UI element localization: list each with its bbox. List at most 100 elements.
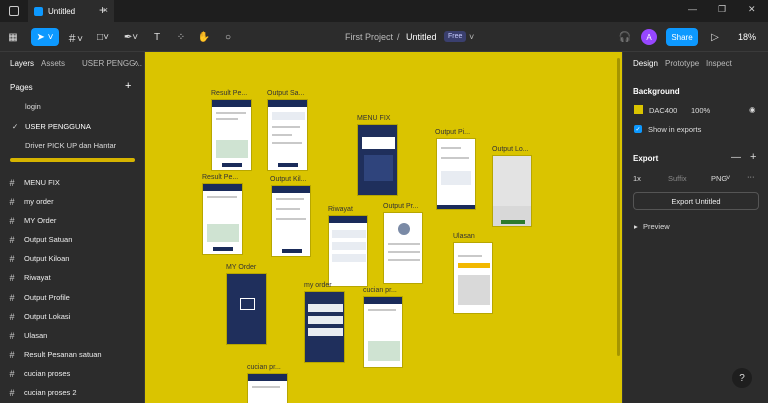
resources-icon[interactable]: ⁘: [174, 28, 188, 46]
frame-button: [213, 247, 233, 251]
help-button[interactable]: ?: [732, 368, 752, 388]
minimize-icon[interactable]: —: [688, 4, 697, 14]
frame-my-order[interactable]: [226, 273, 267, 345]
preview-toggle[interactable]: Preview: [643, 222, 670, 231]
background-opacity[interactable]: 100%: [691, 106, 710, 115]
layer-item[interactable]: # Ulasan: [0, 326, 145, 345]
content-block: [272, 112, 305, 120]
frame-label[interactable]: Output Sa...: [267, 90, 304, 97]
layer-item[interactable]: # Output Kiloan: [0, 249, 145, 268]
pen-tool-icon[interactable]: ✒˅: [120, 28, 142, 46]
more-options-icon[interactable]: ···: [747, 172, 755, 181]
main-menu-icon[interactable]: ▦: [5, 28, 21, 46]
frame-label[interactable]: my order: [304, 282, 332, 289]
file-name[interactable]: Untitled: [406, 32, 437, 42]
tab-layers[interactable]: Layers: [10, 59, 34, 68]
frame-ulasan[interactable]: [453, 242, 493, 314]
add-export-icon[interactable]: +: [750, 151, 756, 163]
comment-icon[interactable]: ○: [221, 28, 235, 46]
frame-output-profile[interactable]: [383, 212, 423, 284]
tab-prototype[interactable]: Prototype: [665, 59, 699, 68]
maximize-icon[interactable]: ❐: [718, 4, 726, 15]
frame-label[interactable]: cucian pr...: [363, 287, 397, 294]
file-menu-chevron-icon[interactable]: ˅: [469, 32, 474, 42]
tab-inspect[interactable]: Inspect: [706, 59, 732, 68]
home-icon[interactable]: [9, 6, 19, 16]
preview-chevron-icon[interactable]: ▸: [634, 222, 638, 231]
zoom-level[interactable]: 18%: [738, 32, 756, 42]
export-scale[interactable]: 1x: [633, 174, 641, 183]
frame-icon: #: [9, 253, 15, 264]
background-swatch[interactable]: [634, 105, 643, 114]
canvas-scrollbar[interactable]: [617, 58, 620, 356]
layer-item[interactable]: # cucian proses: [0, 364, 145, 383]
text-tool-icon[interactable]: T: [150, 28, 164, 46]
frame-header: [329, 216, 367, 223]
frame-my-order-list[interactable]: [304, 291, 345, 363]
page-item-driver[interactable]: Driver PICK UP dan Hantar: [25, 141, 116, 150]
frame-output-pickup[interactable]: [436, 138, 476, 210]
present-icon[interactable]: ▷: [709, 28, 721, 46]
frame-label[interactable]: MENU FIX: [357, 115, 390, 122]
layer-item[interactable]: # Result Pesanan satuan: [0, 345, 145, 364]
page-selector-chevron-icon[interactable]: ˄: [134, 59, 139, 68]
hand-tool-icon[interactable]: ✋: [197, 28, 211, 46]
frame-label[interactable]: Ulasan: [453, 233, 475, 240]
audio-icon[interactable]: 🎧: [618, 28, 632, 46]
export-format-chevron-icon[interactable]: ˅: [726, 173, 730, 182]
frame-result-pesanan-2[interactable]: [202, 183, 243, 255]
frame-result-pesanan[interactable]: [211, 99, 252, 171]
frame-cucian-proses-2[interactable]: [247, 373, 288, 403]
frame-label[interactable]: Result Pe...: [211, 90, 247, 97]
avatar[interactable]: A: [641, 29, 657, 45]
frame-riwayat[interactable]: [328, 215, 368, 287]
background-hex[interactable]: DAC400: [649, 106, 677, 115]
export-suffix-input[interactable]: Suffix: [668, 174, 687, 183]
panel-resize-handle[interactable]: [10, 158, 135, 162]
export-format-select[interactable]: PNG: [711, 174, 727, 183]
layer-item[interactable]: # Output Lokasi: [0, 307, 145, 326]
layer-name: Output Satuan: [24, 235, 73, 244]
frame-output-satuan[interactable]: [267, 99, 308, 171]
show-in-exports-checkbox[interactable]: ✓: [634, 125, 642, 133]
move-tool-icon[interactable]: ➤ ˅: [31, 28, 59, 46]
share-button[interactable]: Share: [666, 28, 698, 46]
tab-assets[interactable]: Assets: [41, 59, 65, 68]
add-page-icon[interactable]: +: [125, 80, 131, 92]
layer-item[interactable]: # MY Order: [0, 211, 145, 230]
project-name[interactable]: First Project: [345, 32, 393, 42]
canvas[interactable]: Result Pe... Output Sa... MENU FIX Outpu…: [145, 52, 622, 403]
frame-output-lokasi[interactable]: [492, 155, 532, 227]
tab-design[interactable]: Design: [633, 59, 658, 68]
frame-label[interactable]: Result Pe...: [202, 174, 238, 181]
frame-menu-fix[interactable]: [357, 124, 398, 196]
shape-tool-icon[interactable]: □˅: [92, 28, 114, 46]
layer-item[interactable]: # my order: [0, 192, 145, 211]
frame-label[interactable]: Output Pi...: [435, 129, 470, 136]
layer-item[interactable]: # Output Satuan: [0, 230, 145, 249]
frame-label[interactable]: cucian pr...: [247, 364, 281, 371]
plan-badge: Free: [444, 31, 467, 42]
window-close-icon[interactable]: ✕: [748, 4, 756, 15]
frame-icon: #: [9, 387, 15, 398]
frame-label[interactable]: Riwayat: [328, 206, 353, 213]
frame-output-kiloan[interactable]: [271, 185, 311, 257]
layer-item[interactable]: # MENU FIX: [0, 173, 145, 192]
new-tab-icon[interactable]: +: [99, 3, 106, 17]
frame-label[interactable]: MY Order: [226, 264, 256, 271]
remove-export-icon[interactable]: —: [731, 152, 741, 163]
page-selector[interactable]: USER PENGG...: [82, 59, 142, 68]
frame-label[interactable]: Output Pr...: [383, 203, 418, 210]
layer-item[interactable]: # Riwayat: [0, 268, 145, 287]
frame-tool-icon[interactable]: ＃˅: [64, 28, 86, 46]
frame-icon: #: [9, 234, 15, 245]
layer-item[interactable]: # Output Profile: [0, 288, 145, 307]
layer-item[interactable]: # cucian proses 2: [0, 383, 145, 402]
frame-cucian-proses[interactable]: [363, 296, 403, 368]
frame-label[interactable]: Output Lo...: [492, 146, 529, 153]
eye-icon[interactable]: ◉: [749, 105, 756, 114]
frame-label[interactable]: Output Kil...: [270, 176, 307, 183]
export-button[interactable]: Export Untitled: [633, 192, 759, 210]
page-item-login[interactable]: login: [25, 102, 41, 111]
page-item-user-pengguna[interactable]: USER PENGGUNA: [25, 122, 91, 131]
